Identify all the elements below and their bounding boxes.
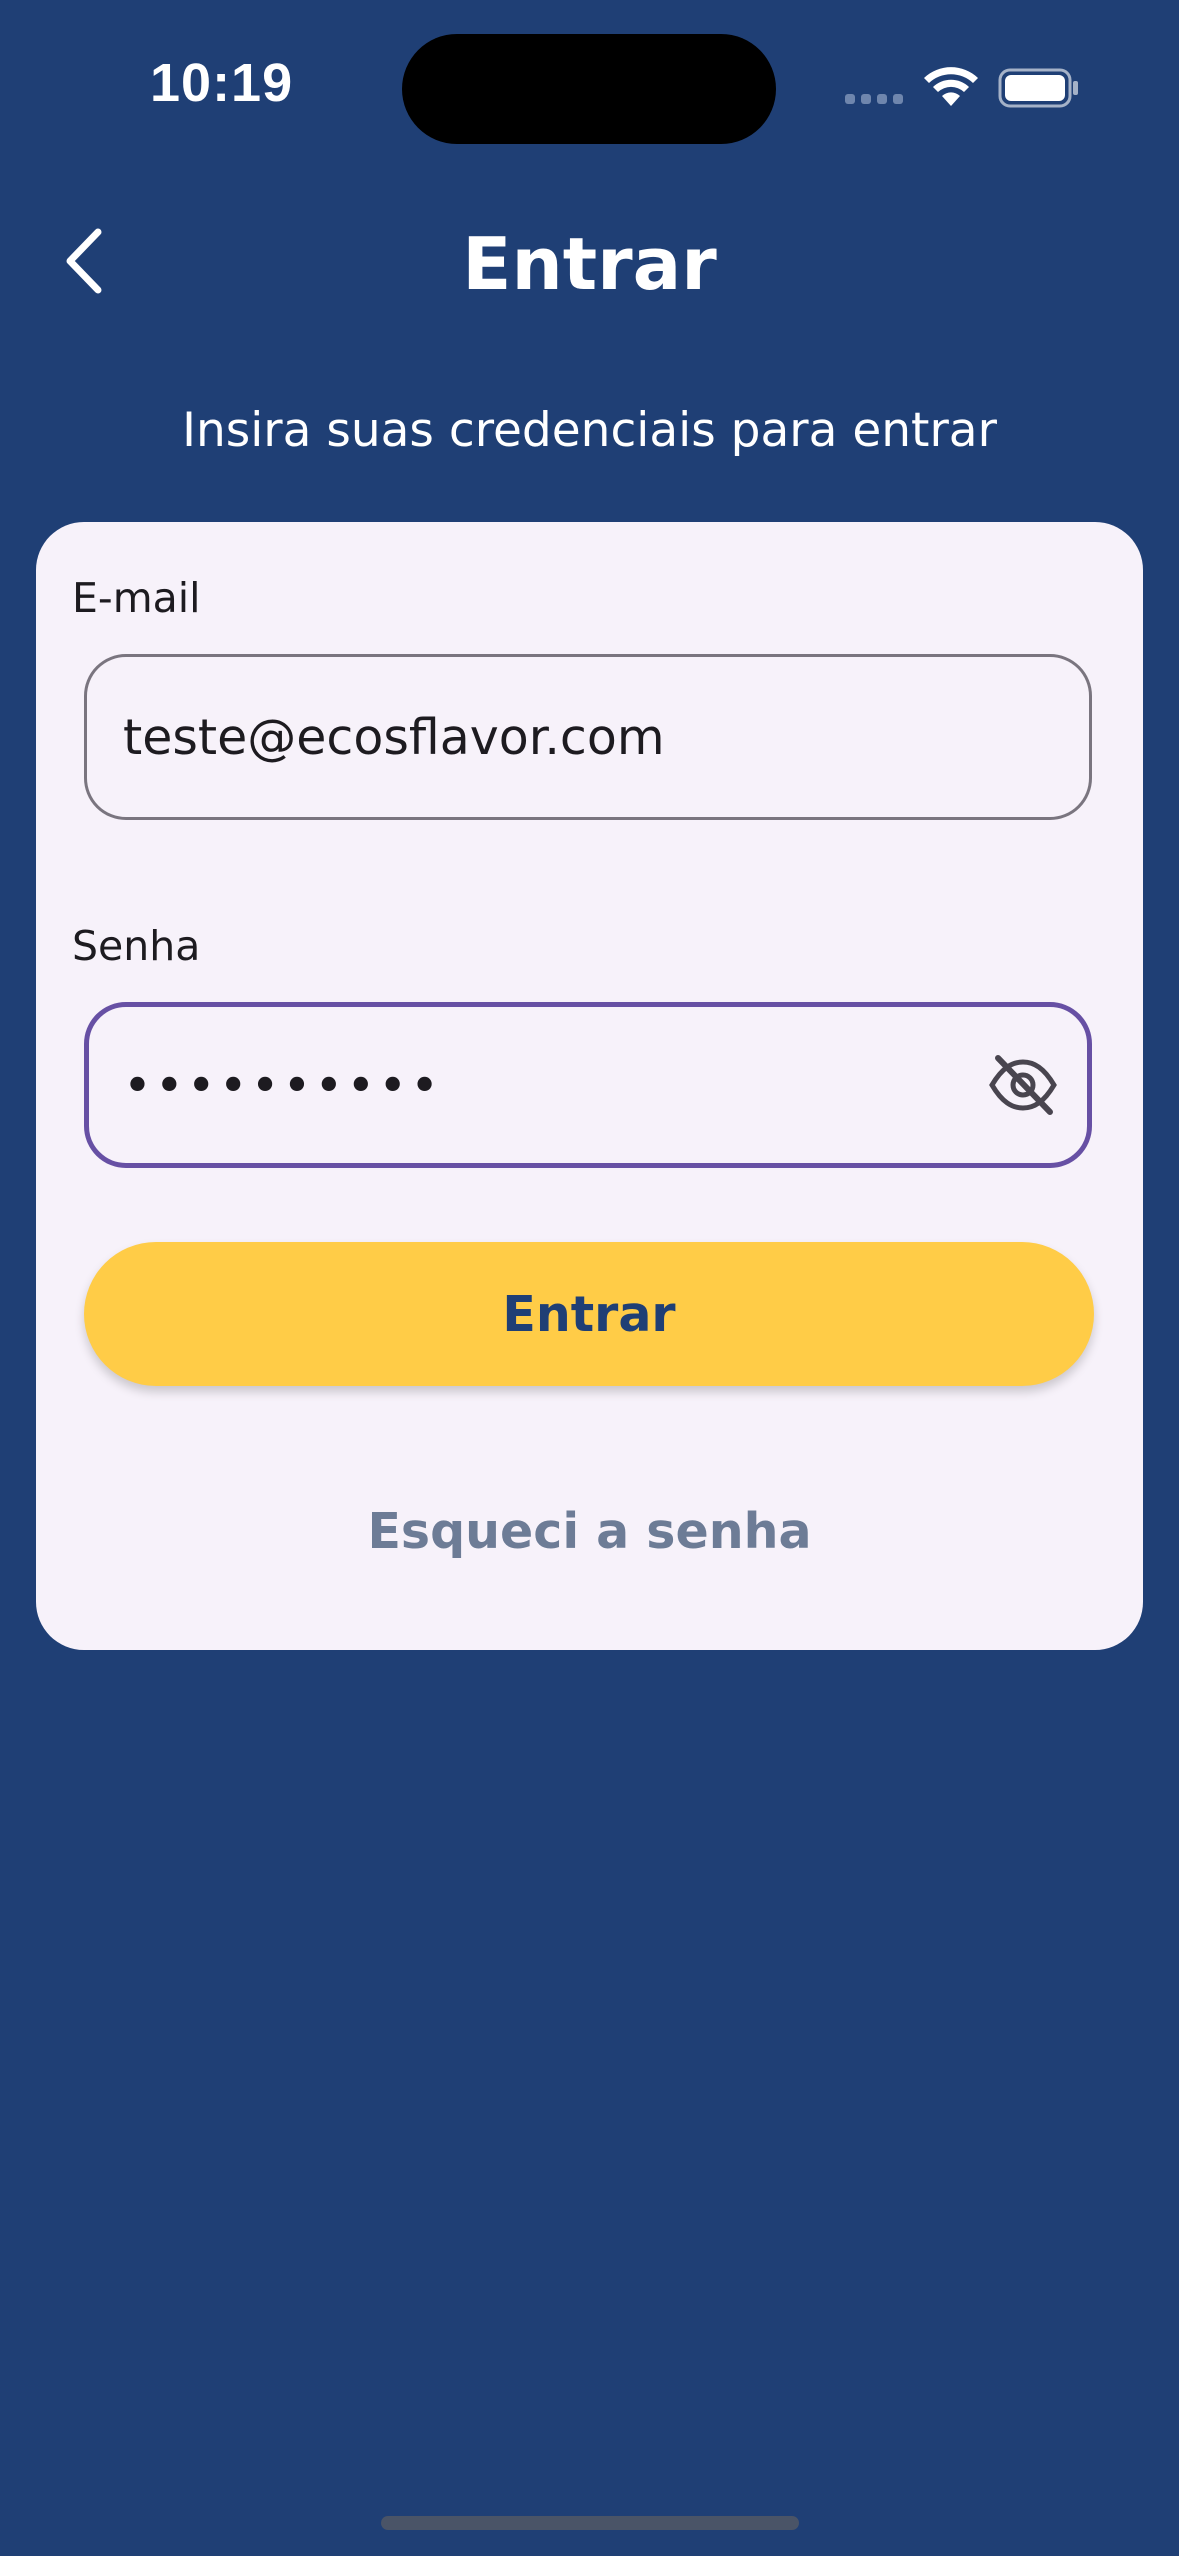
wifi-icon (924, 67, 978, 106)
password-value: •••••••••• (123, 1056, 443, 1114)
password-label: Senha (72, 922, 201, 970)
email-label: E-mail (72, 574, 201, 622)
login-button[interactable]: Entrar (84, 1242, 1094, 1386)
eye-off-icon[interactable] (988, 1054, 1058, 1116)
page-subtitle: Insira suas credenciais para entrar (182, 403, 997, 458)
password-field[interactable]: •••••••••• (84, 1002, 1092, 1168)
forgot-password-link[interactable]: Esqueci a senha (0, 1496, 1179, 1568)
home-indicator[interactable] (381, 2516, 799, 2530)
email-field[interactable]: teste@ecosflavor.com (84, 654, 1092, 820)
page-title: Entrar (462, 222, 717, 306)
status-time: 10:19 (150, 53, 294, 113)
dynamic-island (402, 34, 776, 144)
email-value: teste@ecosflavor.com (123, 708, 665, 766)
cellular-signal-icon (845, 94, 903, 104)
battery-icon (998, 68, 1078, 108)
